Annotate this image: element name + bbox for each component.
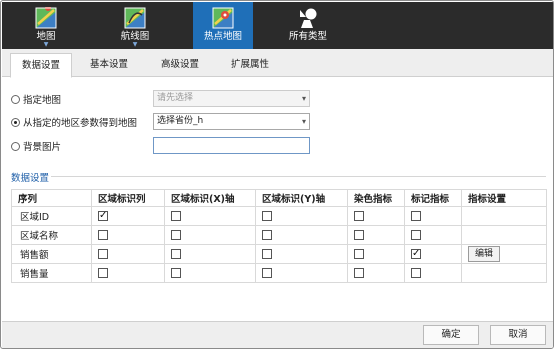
table-row: 区域ID — [11, 206, 547, 226]
region-x-checkbox[interactable] — [171, 249, 181, 259]
col-header-marker-metric: 标记指标 — [404, 189, 462, 207]
chart-type-route-map[interactable]: 航线图 ▼ — [105, 2, 165, 49]
data-section-title: 数据设置 — [11, 173, 50, 184]
chevron-down-icon: ▼ — [132, 41, 138, 48]
metric-settings-cell — [461, 206, 547, 226]
map-icon — [35, 7, 57, 29]
metric-settings-cell — [461, 225, 547, 245]
hotspot-map-icon — [212, 7, 234, 29]
specify-map-option[interactable]: 指定地图 — [11, 90, 61, 108]
region-y-checkbox[interactable] — [262, 249, 272, 259]
settings-tabbar: 数据设置 基本设置 高级设置 扩展属性 — [2, 49, 553, 78]
col-header-region-y: 区域标识(Y)轴 — [255, 189, 348, 207]
ok-button[interactable]: 确定 — [423, 325, 479, 345]
region-x-checkbox[interactable] — [171, 211, 181, 221]
marker-metric-checkbox[interactable] — [411, 230, 421, 240]
background-image-label: 背景图片 — [23, 142, 62, 153]
row-name: 销售额 — [11, 244, 92, 264]
tab-advanced-settings[interactable]: 高级设置 — [150, 53, 210, 77]
color-metric-checkbox[interactable] — [354, 230, 364, 240]
chevron-down-icon: ▾ — [301, 117, 306, 126]
color-metric-checkbox[interactable] — [354, 211, 364, 221]
specify-map-radio[interactable] — [11, 94, 20, 104]
region-param-select[interactable]: 选择省份_h ▾ — [153, 113, 310, 130]
region-x-checkbox[interactable] — [171, 268, 181, 278]
chart-type-map[interactable]: 地图 ▼ — [16, 2, 76, 49]
col-header-series: 序列 — [11, 189, 92, 207]
map-select[interactable]: 请先选择 ▾ — [153, 90, 310, 107]
from-region-radio[interactable] — [11, 117, 20, 127]
region-id-checkbox[interactable] — [98, 249, 108, 259]
region-param-value: 选择省份_h — [157, 116, 204, 126]
col-header-region-x: 区域标识(X)轴 — [164, 189, 256, 207]
metric-settings-cell: 编辑 — [461, 244, 547, 264]
data-settings-table: 序列 区域标识列 区域标识(X)轴 区域标识(Y)轴 染色指标 标记指标 指标设… — [11, 189, 547, 283]
chart-type-label: 所有类型 — [288, 31, 327, 42]
map-select-placeholder: 请先选择 — [157, 93, 194, 103]
shapes-icon — [300, 8, 317, 28]
background-image-input[interactable] — [153, 137, 310, 154]
background-image-option[interactable]: 背景图片 — [11, 137, 61, 155]
region-id-checkbox[interactable] — [98, 209, 108, 223]
edit-button[interactable]: 编辑 — [468, 246, 501, 262]
chart-type-all[interactable]: 所有类型 — [278, 2, 338, 49]
section-divider — [51, 176, 546, 177]
region-id-checkbox[interactable] — [98, 230, 108, 240]
from-region-label: 从指定的地区参数得到地图 — [23, 118, 138, 129]
background-image-radio[interactable] — [11, 141, 20, 151]
chart-type-hotspot-map[interactable]: 热点地图 — [193, 2, 253, 49]
dialog-footer: 确定 取消 — [2, 321, 553, 348]
table-row: 区域名称 — [11, 225, 547, 245]
chart-type-toolbar: 地图 ▼ 航线图 ▼ 热点地图 所有类型 — [2, 2, 553, 49]
route-map-icon — [124, 7, 146, 29]
specify-map-label: 指定地图 — [23, 95, 62, 106]
chart-settings-dialog: 地图 ▼ 航线图 ▼ 热点地图 所有类型 数据设置 基本设置 高级设置 扩展属性… — [0, 0, 554, 349]
metric-settings-cell — [461, 263, 547, 283]
region-x-checkbox[interactable] — [171, 230, 181, 240]
chevron-down-icon: ▼ — [43, 41, 49, 48]
table-header-row: 序列 区域标识列 区域标识(X)轴 区域标识(Y)轴 染色指标 标记指标 指标设… — [11, 189, 547, 207]
chart-type-label: 热点地图 — [203, 31, 242, 42]
tab-basic-settings[interactable]: 基本设置 — [79, 53, 139, 77]
color-metric-checkbox[interactable] — [354, 268, 364, 278]
col-header-region-id: 区域标识列 — [91, 189, 165, 207]
tab-extended-properties[interactable]: 扩展属性 — [220, 53, 280, 77]
row-name: 销售量 — [11, 263, 92, 283]
cancel-button[interactable]: 取消 — [490, 325, 546, 345]
color-metric-checkbox[interactable] — [354, 249, 364, 259]
region-id-checkbox[interactable] — [98, 268, 108, 278]
col-header-metric-settings: 指标设置 — [461, 189, 547, 207]
row-name: 区域名称 — [11, 225, 92, 245]
table-row: 销售量 — [11, 263, 547, 283]
marker-metric-checkbox[interactable] — [411, 211, 421, 221]
region-y-checkbox[interactable] — [262, 211, 272, 221]
region-y-checkbox[interactable] — [262, 268, 272, 278]
row-name: 区域ID — [11, 206, 92, 226]
table-row: 销售额 编辑 — [11, 244, 547, 264]
chevron-down-icon: ▾ — [301, 94, 306, 103]
marker-metric-checkbox[interactable] — [411, 268, 421, 278]
tab-data-settings[interactable]: 数据设置 — [10, 53, 73, 78]
marker-metric-checkbox[interactable] — [411, 247, 421, 261]
from-region-option[interactable]: 从指定的地区参数得到地图 — [11, 113, 137, 131]
region-y-checkbox[interactable] — [262, 230, 272, 240]
col-header-color-metric: 染色指标 — [347, 189, 405, 207]
